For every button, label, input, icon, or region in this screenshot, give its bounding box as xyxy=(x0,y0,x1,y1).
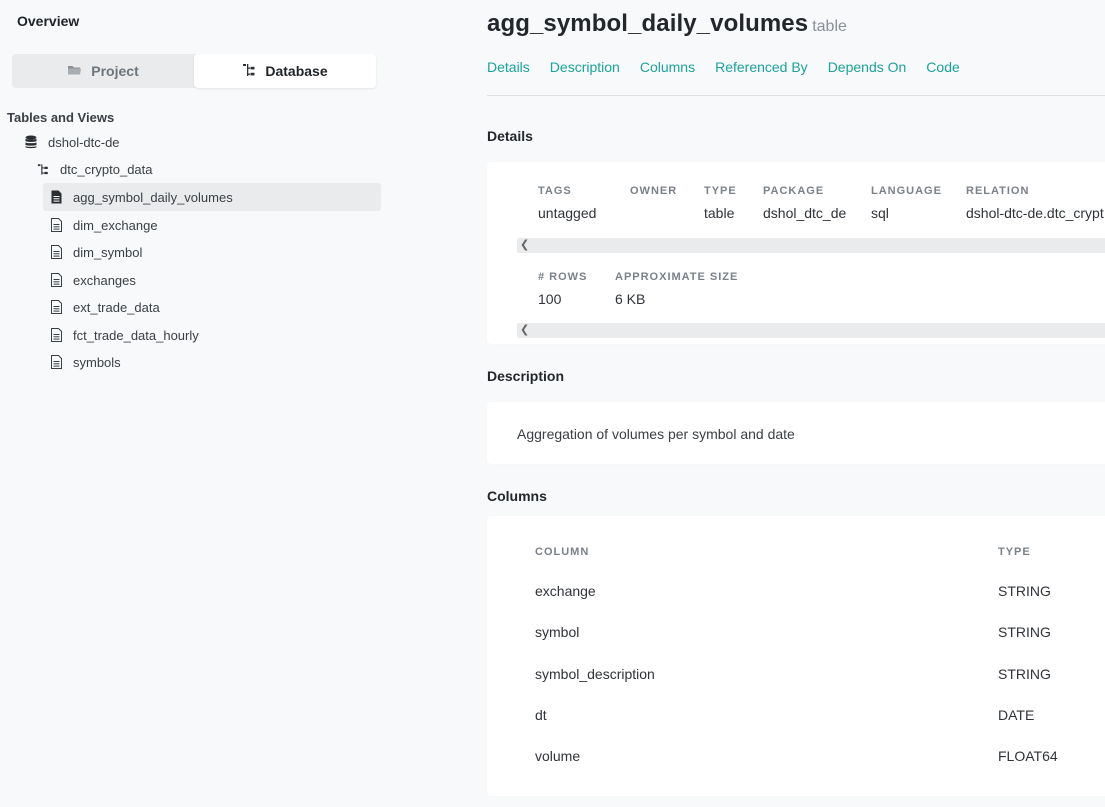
meta-value-approximate-size: 6 KB xyxy=(615,291,646,307)
meta-label-language: LANGUAGE xyxy=(871,185,942,197)
meta-label-approximate-size: APPROXIMATE SIZE xyxy=(615,271,739,283)
column-name-cell[interactable]: dt xyxy=(535,707,547,723)
meta-value-tags: untagged xyxy=(538,205,597,221)
meta-label-type: TYPE xyxy=(704,185,737,197)
document-icon xyxy=(50,355,62,369)
tables-and-views-heading: Tables and Views xyxy=(7,110,115,125)
table-name: symbols xyxy=(73,354,121,370)
tab-referenced-by[interactable]: Referenced By xyxy=(715,59,808,75)
table-name: agg_symbol_daily_volumes xyxy=(73,189,233,205)
project-tab-button[interactable]: Project xyxy=(12,54,194,88)
table-item[interactable]: symbols xyxy=(50,348,121,376)
meta-label-rows: # ROWS xyxy=(538,271,588,283)
table-item[interactable]: exchanges xyxy=(50,266,136,294)
details-heading: Details xyxy=(487,128,533,144)
table-item[interactable]: fct_trade_data_hourly xyxy=(50,321,199,349)
table-item[interactable]: dim_symbol xyxy=(50,238,142,266)
tree-item-schema[interactable]: dtc_crypto_data xyxy=(37,155,153,183)
table-item[interactable]: agg_symbol_daily_volumes xyxy=(43,183,381,211)
tab-description[interactable]: Description xyxy=(550,59,620,75)
meta-label-owner: OWNER xyxy=(630,185,678,197)
tab-details[interactable]: Details xyxy=(487,59,530,75)
column-name-cell[interactable]: symbol_description xyxy=(535,666,655,682)
column-name-cell[interactable]: exchange xyxy=(535,583,596,599)
column-type-cell: DATE xyxy=(998,707,1035,723)
column-header-name: COLUMN xyxy=(535,546,590,558)
meta-label-tags: TAGS xyxy=(538,185,572,197)
page-kind: table xyxy=(812,18,847,35)
meta-value-package: dshol_dtc_de xyxy=(763,205,847,221)
database-icon xyxy=(25,135,37,149)
description-text: Aggregation of volumes per symbol and da… xyxy=(517,426,795,442)
scroll-left-arrow-icon[interactable]: ❮ xyxy=(520,323,529,338)
column-type-cell: STRING xyxy=(998,583,1051,599)
meta-value-type: table xyxy=(704,205,735,221)
tree-icon xyxy=(242,63,256,80)
page-title: agg_symbol_daily_volumes xyxy=(487,10,809,37)
document-icon xyxy=(50,273,62,287)
column-name-cell[interactable]: symbol xyxy=(535,624,579,640)
tree-item-database[interactable]: dshol-dtc-de xyxy=(25,128,120,156)
columns-heading: Columns xyxy=(487,488,547,504)
stats-scrollbar[interactable]: ❮ xyxy=(517,323,1105,338)
sidebar: Overview Project Database Tables and Vie… xyxy=(0,0,420,807)
meta-label-package: PACKAGE xyxy=(763,185,825,197)
main-panel: agg_symbol_daily_volumes table Details De… xyxy=(487,0,1105,807)
overview-link[interactable]: Overview xyxy=(17,13,79,29)
folder-icon xyxy=(67,63,82,79)
meta-value-rows: 100 xyxy=(538,291,562,307)
document-icon xyxy=(50,245,62,259)
project-database-switcher: Project Database xyxy=(12,54,376,88)
column-type-cell: STRING xyxy=(998,666,1051,682)
column-type-cell: FLOAT64 xyxy=(998,748,1058,764)
document-icon xyxy=(50,300,62,314)
column-header-type: TYPE xyxy=(998,546,1031,558)
schema-name: dtc_crypto_data xyxy=(60,161,153,177)
columns-card: COLUMN TYPE exchange STRING symbol STRIN… xyxy=(487,516,1105,796)
table-name: ext_trade_data xyxy=(73,299,160,315)
database-tab-label: Database xyxy=(265,63,328,79)
document-icon xyxy=(50,328,62,342)
column-type-cell: STRING xyxy=(998,624,1051,640)
table-name: fct_trade_data_hourly xyxy=(73,327,199,343)
tree-icon xyxy=(37,162,49,176)
section-tabs: Details Description Columns Referenced B… xyxy=(487,59,980,75)
details-card: TAGS untagged OWNER TYPE table PACKAGE d… xyxy=(487,162,1105,344)
project-tab-label: Project xyxy=(91,63,139,79)
meta-value-relation: dshol-dtc-de.dtc_crypt xyxy=(966,205,1104,221)
description-heading: Description xyxy=(487,368,565,384)
database-tab-button[interactable]: Database xyxy=(194,54,376,88)
description-card: Aggregation of volumes per symbol and da… xyxy=(487,402,1105,464)
table-name: dim_exchange xyxy=(73,217,158,233)
database-name: dshol-dtc-de xyxy=(48,134,120,150)
column-name-cell[interactable]: volume xyxy=(535,748,580,764)
details-scrollbar[interactable]: ❮ xyxy=(517,238,1105,253)
tab-columns[interactable]: Columns xyxy=(640,59,695,75)
table-item[interactable]: ext_trade_data xyxy=(50,293,160,321)
tab-code[interactable]: Code xyxy=(926,59,959,75)
header-divider xyxy=(487,95,1105,96)
document-icon xyxy=(50,218,62,232)
table-name: exchanges xyxy=(73,272,136,288)
meta-value-language: sql xyxy=(871,205,889,221)
title-row: agg_symbol_daily_volumes table xyxy=(487,10,847,38)
tab-depends-on[interactable]: Depends On xyxy=(828,59,907,75)
scroll-left-arrow-icon[interactable]: ❮ xyxy=(520,238,529,253)
meta-label-relation: RELATION xyxy=(966,185,1030,197)
table-name: dim_symbol xyxy=(73,244,143,260)
table-item[interactable]: dim_exchange xyxy=(50,211,158,239)
document-icon xyxy=(50,190,62,204)
